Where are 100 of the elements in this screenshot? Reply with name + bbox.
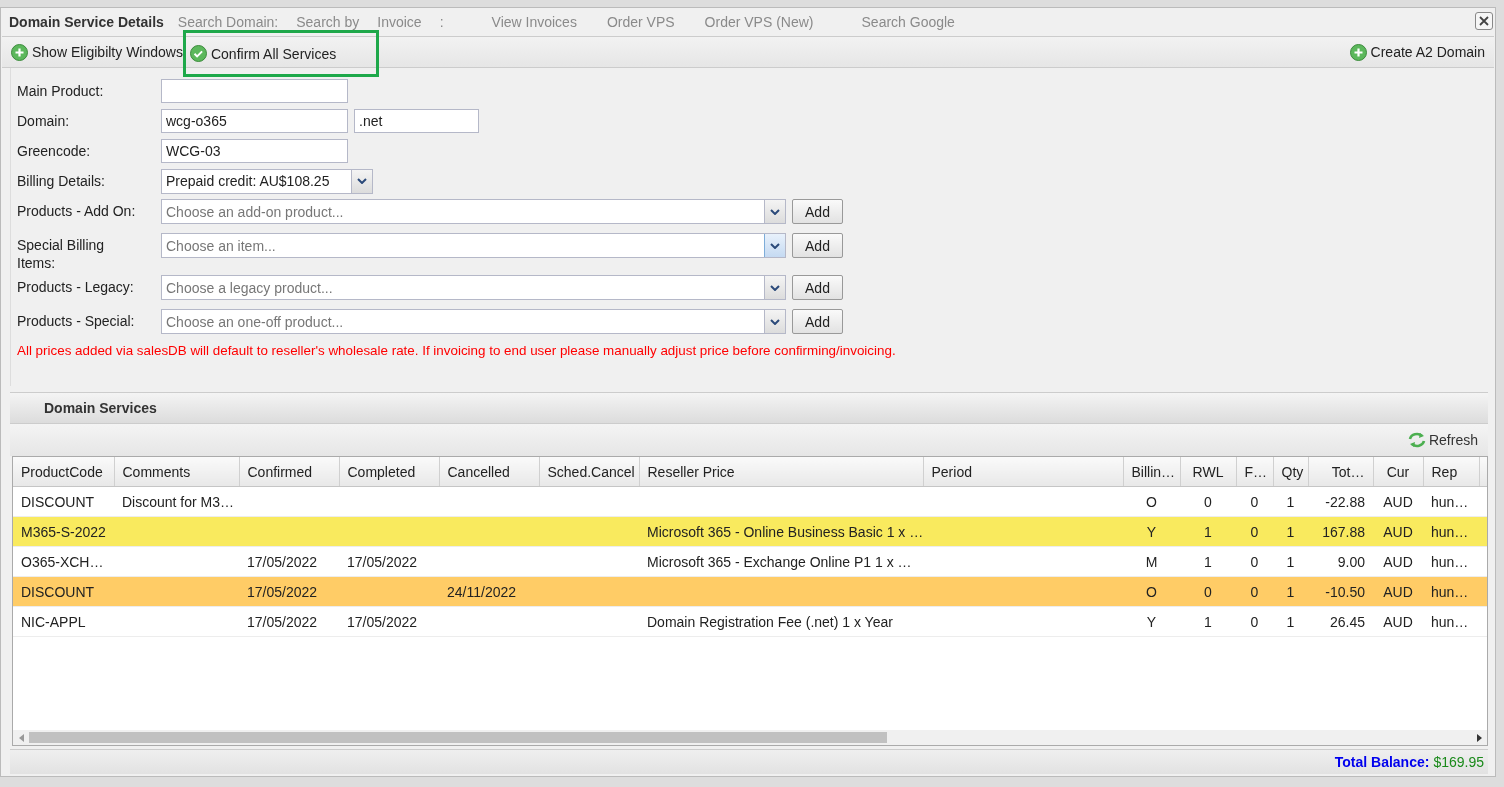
column-header[interactable]: Rep (1423, 457, 1479, 487)
toolbar-button[interactable]: Create A2 Domain (1346, 43, 1488, 61)
background-toolbar-text: Search by (296, 14, 360, 30)
table-row[interactable]: M365-S-2022 Microsoft 365 - Online Business Basic 1 x … Y 1 0 1 167.88 AUD hun… (13, 516, 1487, 547)
field-label: Greencode: (17, 143, 92, 159)
table-cell: 0 (1250, 523, 1259, 540)
table-cell: O365-XCH… (21, 553, 104, 570)
greencode-field[interactable]: WCG-03 (161, 139, 348, 163)
field-label: Products - Legacy: (17, 278, 135, 296)
background-toolbar-text: Search Domain: (177, 14, 279, 30)
column-header[interactable]: Cancelled (439, 457, 539, 487)
toolbar-button[interactable]: Confirm All Services (185, 33, 377, 74)
table-row[interactable]: O365-XCH… 17/05/2022 17/05/2022 Microsoft 365 - Exchange Online P1 1 x … M 1 0 1 9.00 AUD hun… (13, 546, 1487, 577)
table-cell: Discount for M3… (122, 493, 235, 510)
close-icon (1479, 16, 1489, 26)
field-label: Billing Details: (17, 173, 106, 189)
billing-dropdown[interactable]: Prepaid credit: AU$108.25 (161, 168, 373, 194)
scroll-left-icon (18, 733, 24, 742)
close-button[interactable] (1475, 12, 1493, 30)
table-cell: 1 (1286, 613, 1295, 630)
table-cell: 0 (1204, 493, 1212, 510)
column-header[interactable]: Comments (114, 457, 239, 487)
column-header[interactable]: Billin… (1123, 457, 1180, 487)
table-cell: M (1145, 553, 1158, 570)
field-label: Domain: (17, 113, 71, 129)
table-cell: AUD (1383, 613, 1413, 630)
table-cell: 0 (1250, 583, 1259, 600)
main-product-field[interactable] (161, 79, 348, 103)
caret-icon (770, 208, 780, 215)
table-cell: Microsoft 365 - Exchange Online P1 1 x … (647, 553, 912, 570)
table-cell: hun… (1431, 523, 1469, 540)
background-toolbar-text: Invoice (377, 14, 422, 30)
column-header[interactable]: Reseller Price (639, 457, 923, 487)
total-balance-value: $169.95 (1433, 754, 1484, 770)
table-cell: AUD (1383, 523, 1413, 540)
warning-message: All prices added via salesDB will default to reseller's wholesale rate. If invoicing to end user please manually adjust price before confirming/invoicing. (17, 343, 897, 358)
column-header[interactable]: Sched.Cancel (539, 457, 639, 487)
table-cell: -22.88 (1325, 493, 1365, 510)
tld-field[interactable]: .net (354, 109, 479, 133)
table-cell: NIC-APPL (21, 613, 86, 630)
table-row[interactable]: DISCOUNT Discount for M3… O 0 0 1 -22.88 AUD hun… (13, 486, 1487, 517)
table-cell: DISCOUNT (21, 583, 95, 600)
product-dropdown[interactable]: Choose an add-on product... (161, 199, 786, 224)
table-cell: O (1146, 493, 1157, 510)
toolbar-button[interactable]: Show Eligibilty Windows (8, 43, 186, 61)
add-button[interactable]: Add (792, 199, 843, 224)
field-label: Products - Add On: (17, 202, 137, 220)
table-cell: Microsoft 365 - Online Business Basic 1 x … (647, 523, 923, 540)
table-row[interactable]: DISCOUNT 17/05/2022 24/11/2022 O 0 0 1 -10.50 AUD hun… (13, 576, 1487, 607)
background-toolbar-text: Search Google (861, 14, 955, 30)
caret-icon (770, 242, 780, 249)
column-header[interactable]: Cur (1373, 457, 1423, 487)
section-title: Domain Services (44, 400, 157, 416)
column-header[interactable]: Tot… (1308, 457, 1373, 487)
domain-field[interactable]: wcg-o365 (161, 109, 348, 133)
table-row[interactable]: NIC-APPL 17/05/2022 17/05/2022 Domain Registration Fee (.net) 1 x Year Y 1 0 1 26.45 AUD hun… (13, 606, 1487, 637)
table-cell: 0 (1250, 493, 1259, 510)
column-header[interactable]: ProductCode (13, 457, 114, 487)
add-button[interactable]: Add (792, 275, 843, 300)
table-cell: 9.00 (1337, 553, 1365, 570)
column-header[interactable]: RWL (1180, 457, 1236, 487)
product-dropdown[interactable]: Choose an one-off product... (161, 309, 786, 334)
product-dropdown[interactable]: Choose an item... (161, 233, 786, 258)
plus-icon (1349, 43, 1367, 61)
caret-icon (770, 284, 780, 291)
column-header[interactable]: Qty (1273, 457, 1308, 487)
background-toolbar-text: View Invoices (491, 14, 577, 30)
table-cell: AUD (1383, 493, 1413, 510)
product-dropdown[interactable]: Choose a legacy product... (161, 275, 786, 300)
add-button[interactable]: Add (792, 309, 843, 334)
table-cell: 0 (1204, 583, 1212, 600)
table-cell: 17/05/2022 (347, 613, 418, 630)
background-toolbar-text: Order VPS (606, 14, 675, 30)
table-cell: 0 (1250, 613, 1259, 630)
column-header[interactable]: F… (1236, 457, 1273, 487)
table-cell: 1 (1204, 553, 1212, 570)
table-cell: M365-S-2022 (21, 523, 106, 540)
table-cell: hun… (1431, 493, 1469, 510)
column-header[interactable]: Confirmed (239, 457, 339, 487)
total-balance-label: Total Balance: (1334, 754, 1430, 770)
table-cell: O (1146, 583, 1157, 600)
horizontal-scrollbar[interactable] (13, 730, 1487, 745)
table-cell: 1 (1204, 523, 1212, 540)
table-cell: 1 (1204, 613, 1212, 630)
table-cell: 1 (1286, 583, 1295, 600)
column-header[interactable]: Period (923, 457, 1123, 487)
add-button[interactable]: Add (792, 233, 843, 258)
caret-icon (357, 178, 367, 184)
background-toolbar-text: Order VPS (New) (704, 14, 814, 30)
field-label: Main Product: (17, 83, 105, 99)
field-label: Products - Special: (17, 312, 136, 330)
table-cell: 1 (1286, 523, 1295, 540)
column-header[interactable]: Completed (339, 457, 439, 487)
table-cell: 167.88 (1322, 523, 1365, 540)
plus-icon (11, 43, 28, 61)
table-cell: Y (1146, 613, 1157, 630)
caret-icon (770, 318, 780, 325)
table-cell: Y (1146, 523, 1157, 540)
table-cell: hun… (1431, 583, 1469, 600)
refresh-button[interactable]: Refresh (1400, 431, 1484, 449)
